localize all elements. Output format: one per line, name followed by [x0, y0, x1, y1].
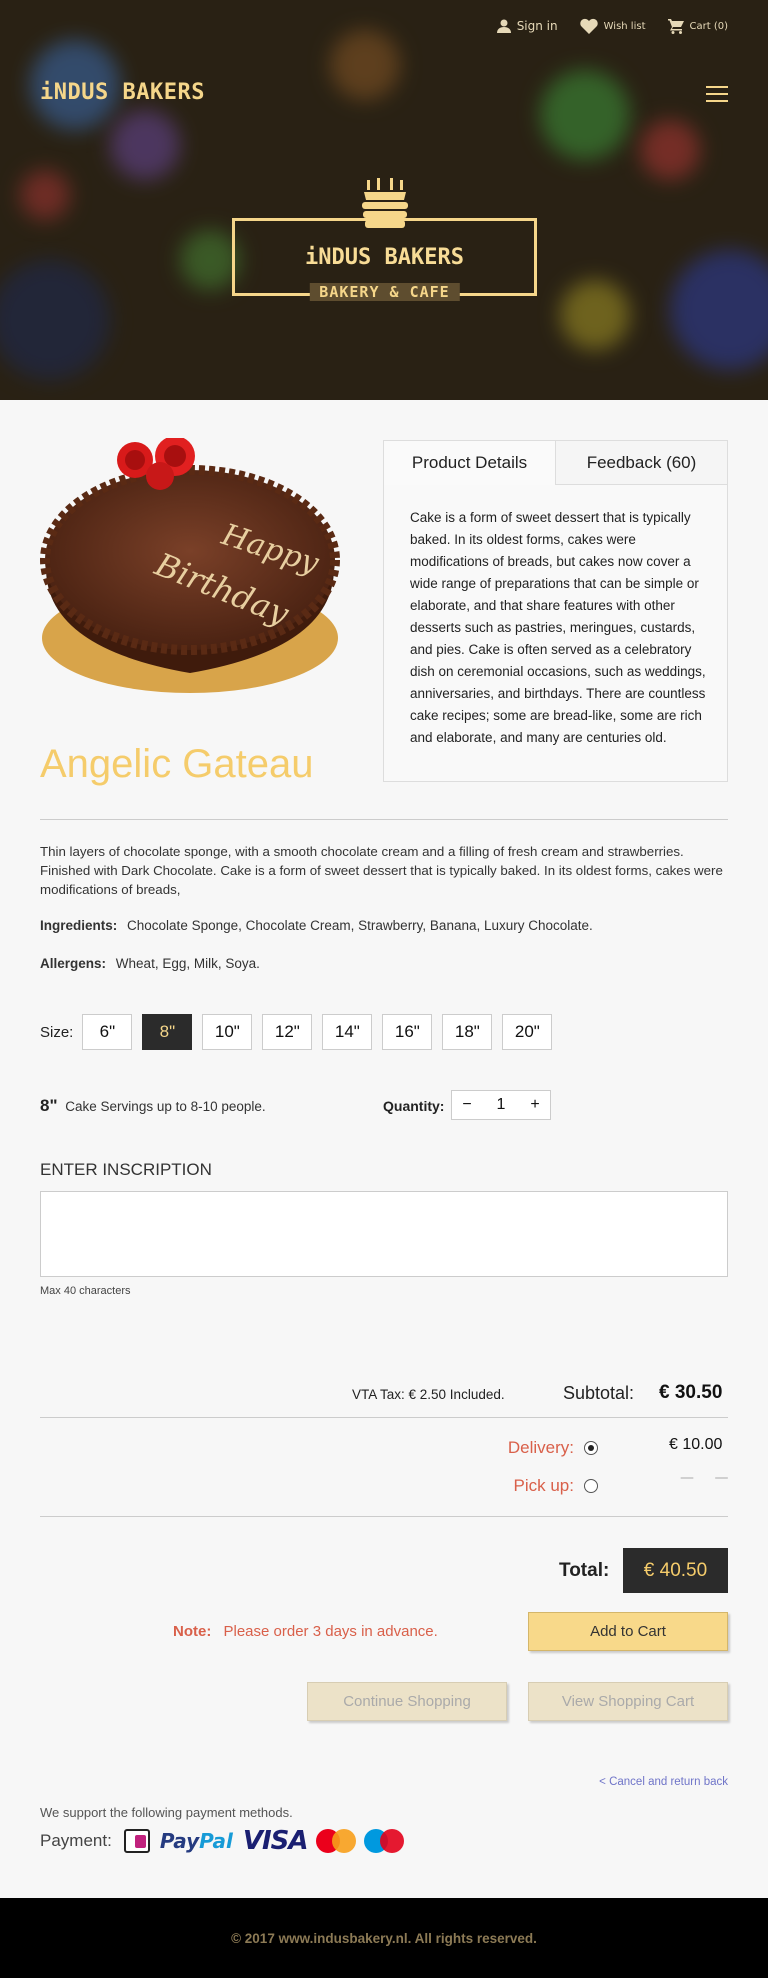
- divider: [40, 819, 728, 820]
- sign-in-label: Sign in: [516, 19, 558, 33]
- size-option-18[interactable]: 18": [442, 1014, 493, 1050]
- allergens-text: Wheat, Egg, Milk, Soya.: [115, 956, 260, 971]
- mastercard-icon: [315, 1829, 356, 1853]
- note-text: Please order 3 days in advance.: [223, 1623, 438, 1640]
- delivery-value: € 10.00: [669, 1436, 723, 1453]
- cancel-link[interactable]: < Cancel and return back: [599, 1776, 728, 1788]
- size-option-10[interactable]: 10": [202, 1014, 253, 1050]
- payment-label: Payment:: [40, 1831, 112, 1850]
- product-description: Thin layers of chocolate sponge, with a …: [40, 844, 723, 897]
- note-label: Note:: [173, 1623, 212, 1640]
- total-value: € 40.50: [623, 1548, 728, 1593]
- divider: [40, 1417, 728, 1418]
- tab-feedback[interactable]: Feedback (60): [556, 441, 727, 485]
- tab-bar: Product Details Feedback (60): [384, 441, 727, 485]
- ingredients-label: Ingredients:: [40, 918, 118, 933]
- sign-in-link[interactable]: Sign in: [496, 19, 558, 33]
- product-tabs: Product Details Feedback (60) Cake is a …: [383, 440, 728, 782]
- size-label: Size:: [40, 1023, 74, 1041]
- product-details-text: Cake is a form of sweet dessert that is …: [410, 510, 706, 745]
- servings-text: Cake Servings up to 8-10 people.: [65, 1099, 266, 1114]
- copyright-text: © 2017 www.indusbakery.nl. All rights re…: [231, 1930, 537, 1946]
- hero-banner: Sign in Wish list Cart (0) iNDUS BAKERS …: [0, 0, 768, 400]
- order-note: Note: Please order 3 days in advance.: [173, 1623, 438, 1640]
- inscription-hint: Max 40 characters: [40, 1285, 131, 1297]
- delivery-radio[interactable]: [584, 1441, 598, 1455]
- product-title: Angelic Gateau: [40, 742, 314, 786]
- size-option-8[interactable]: 8": [142, 1014, 193, 1050]
- maestro-icon: [363, 1829, 404, 1853]
- inscription-input[interactable]: [40, 1191, 728, 1277]
- size-option-6[interactable]: 6": [82, 1014, 133, 1050]
- quantity-increase-button[interactable]: +: [520, 1096, 550, 1114]
- divider: [40, 1516, 728, 1517]
- ideal-icon: [123, 1829, 150, 1853]
- top-navigation: Sign in Wish list Cart (0): [496, 18, 729, 34]
- inscription-title: ENTER INSCRIPTION: [40, 1160, 212, 1179]
- user-icon: [496, 19, 511, 33]
- footer: © 2017 www.indusbakery.nl. All rights re…: [0, 1898, 768, 1978]
- payment-methods: Payment: PayPal VISA: [40, 1826, 412, 1856]
- payment-support-text: We support the following payment methods…: [40, 1805, 293, 1820]
- delivery-label: Delivery:: [507, 1438, 574, 1457]
- pickup-radio[interactable]: [584, 1479, 598, 1493]
- wish-list-label: Wish list: [603, 20, 646, 32]
- hamburger-icon[interactable]: [706, 86, 728, 102]
- size-option-16[interactable]: 16": [382, 1014, 433, 1050]
- hero-logo-title: iNDUS BAKERS: [305, 245, 464, 270]
- quantity-stepper: − 1 +: [451, 1090, 551, 1120]
- hero-logo-frame: iNDUS BAKERS BAKERY & CAFE: [232, 218, 537, 301]
- quantity-value[interactable]: 1: [486, 1096, 516, 1114]
- heart-icon: [579, 18, 598, 34]
- paypal-text-b: Pal: [199, 1829, 233, 1853]
- quantity-decrease-button[interactable]: −: [452, 1096, 482, 1114]
- size-option-12[interactable]: 12": [262, 1014, 313, 1050]
- view-cart-button[interactable]: View Shopping Cart: [528, 1682, 728, 1721]
- allergens-row: Allergens: Wheat, Egg, Milk, Soya.: [40, 956, 260, 971]
- size-option-14[interactable]: 14": [322, 1014, 373, 1050]
- ingredients-text: Chocolate Sponge, Chocolate Cream, Straw…: [127, 918, 593, 933]
- allergens-label: Allergens:: [40, 956, 107, 971]
- paypal-text-a: Pay: [159, 1829, 200, 1853]
- wish-list-link[interactable]: Wish list: [579, 18, 646, 34]
- tax-info: VTA Tax: € 2.50 Included.: [352, 1387, 505, 1402]
- size-option-20[interactable]: 20": [502, 1014, 553, 1050]
- cart-icon: [667, 18, 684, 34]
- quantity-label: Quantity:: [383, 1098, 445, 1114]
- pickup-label: Pick up:: [513, 1476, 574, 1495]
- visa-icon: VISA: [242, 1826, 309, 1856]
- pickup-value: — —: [680, 1470, 737, 1486]
- cart-label: Cart (0): [689, 20, 729, 32]
- ingredients-row: Ingredients: Chocolate Sponge, Chocolate…: [40, 918, 593, 933]
- continue-shopping-button[interactable]: Continue Shopping: [307, 1682, 507, 1721]
- cart-link[interactable]: Cart (0): [667, 18, 729, 34]
- subtotal-label: Subtotal:: [563, 1383, 635, 1403]
- brand-logo[interactable]: iNDUS BAKERS: [40, 80, 205, 105]
- subtotal-value: € 30.50: [659, 1382, 723, 1403]
- add-to-cart-button[interactable]: Add to Cart: [528, 1612, 728, 1651]
- product-image: Happy Birthday: [40, 438, 340, 693]
- size-selector: Size: 6" 8" 10" 12" 14" 16" 18" 20": [40, 1014, 562, 1050]
- servings-size: 8": [40, 1096, 58, 1115]
- total-label: Total:: [559, 1560, 610, 1581]
- servings-info: 8" Cake Servings up to 8-10 people.: [40, 1096, 266, 1116]
- tab-product-details[interactable]: Product Details: [384, 441, 556, 485]
- paypal-icon: PayPal: [160, 1829, 233, 1853]
- hero-logo-subtitle: BAKERY & CAFE: [309, 283, 460, 301]
